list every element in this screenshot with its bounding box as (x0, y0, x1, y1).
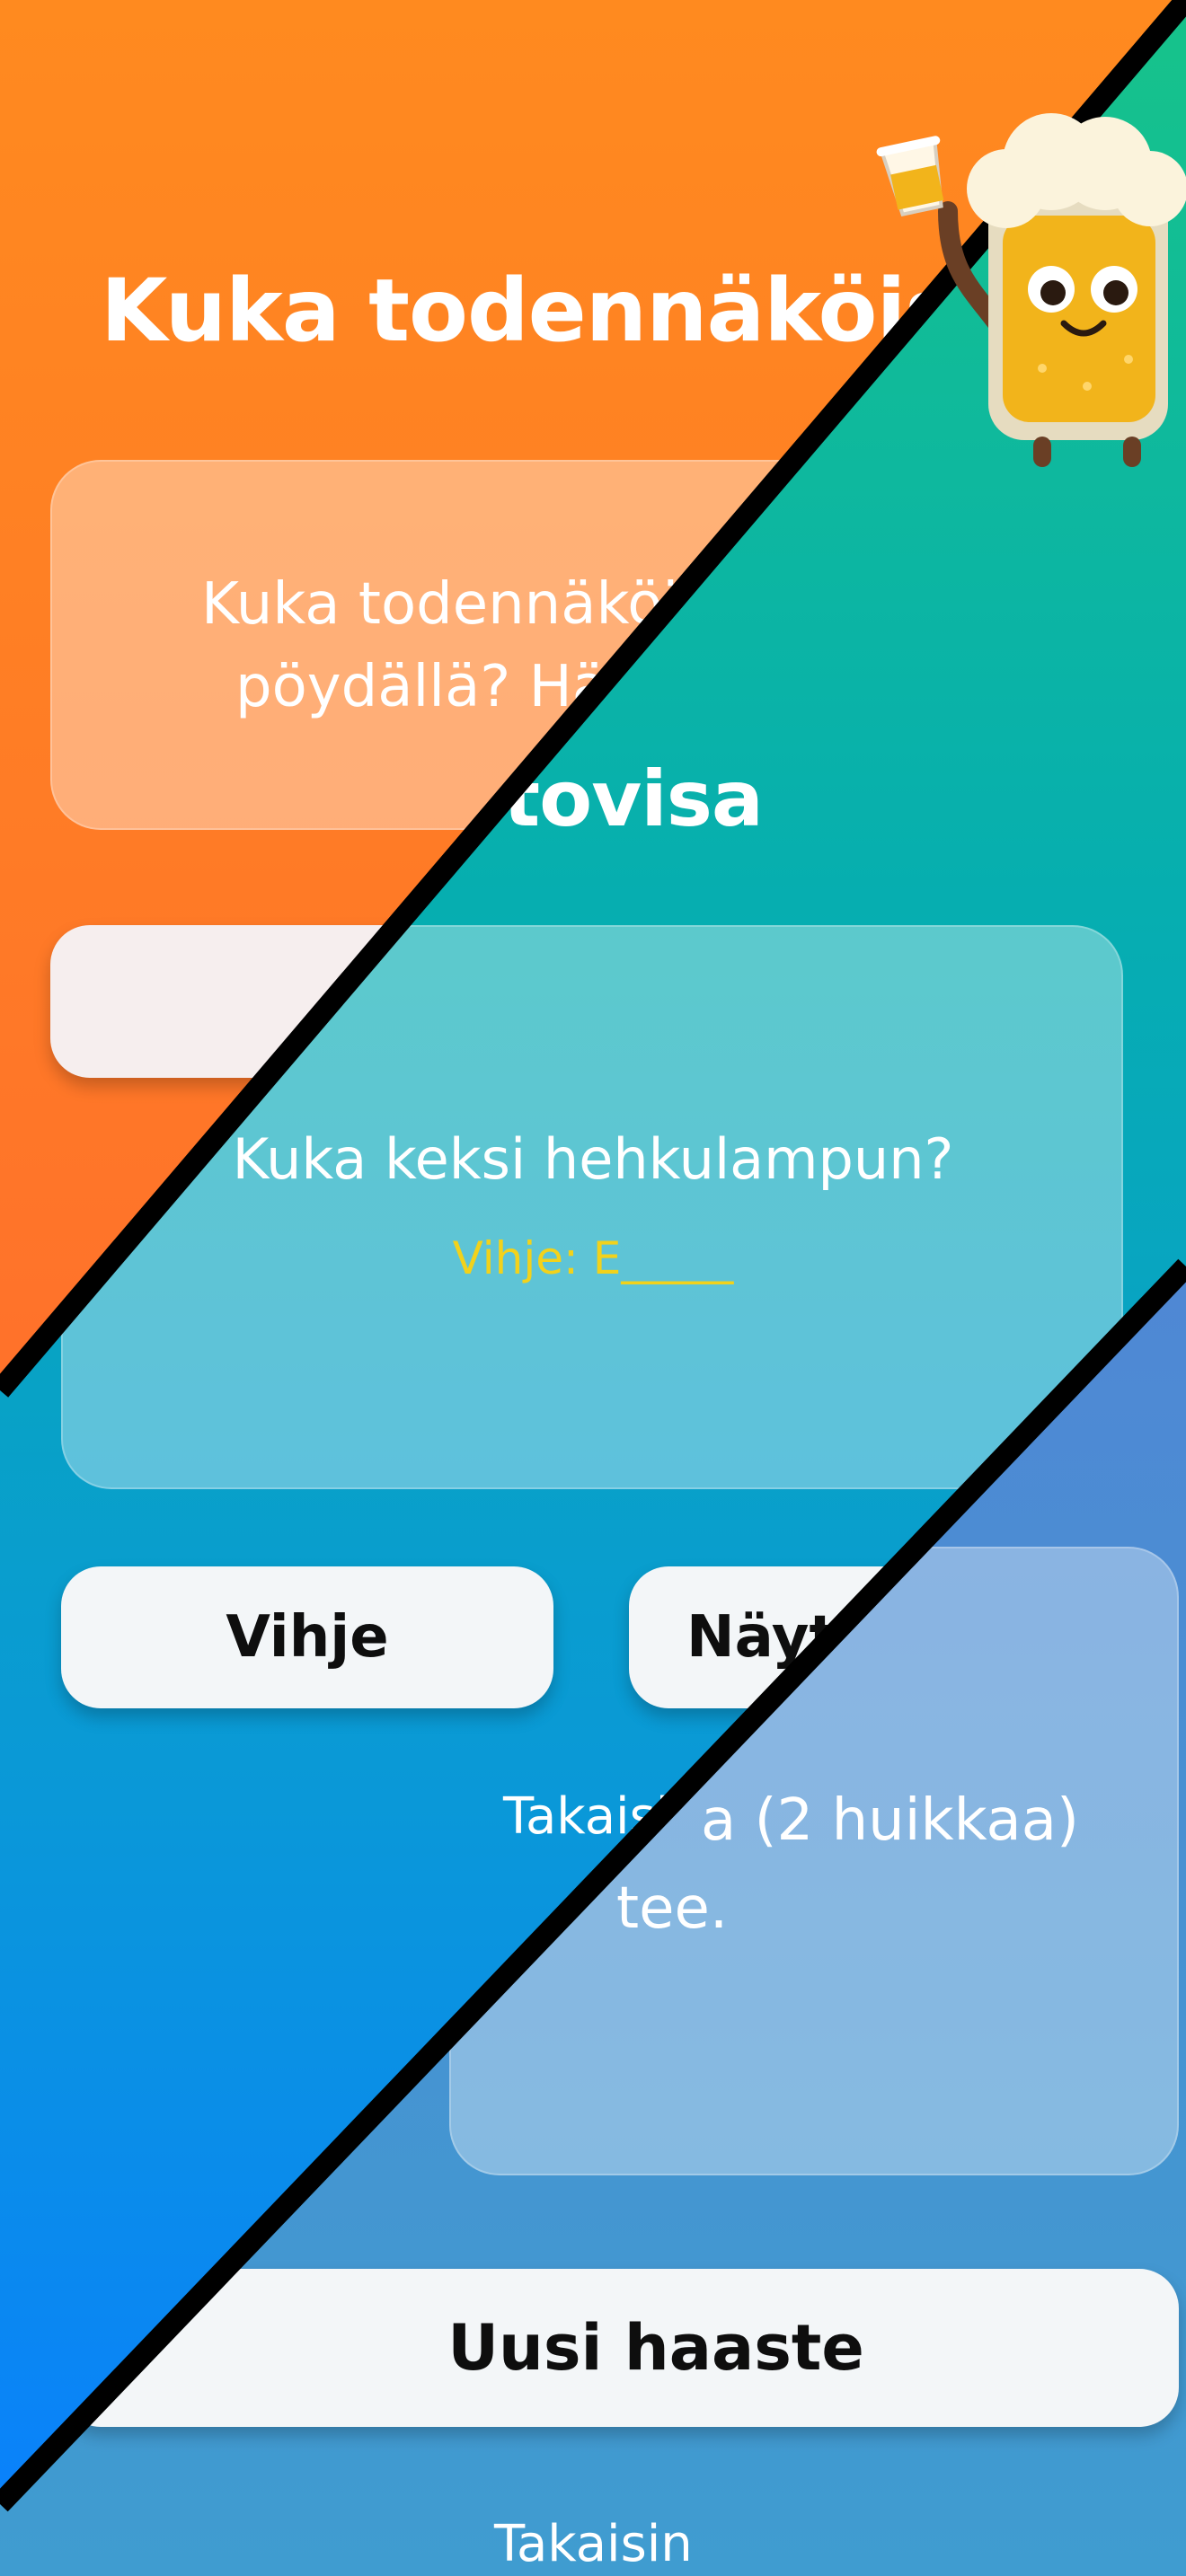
challenge-text-line1: a (2 huikkaa) (701, 1787, 1079, 1854)
new-challenge-button[interactable]: Uusi haaste (61, 2269, 1179, 2427)
beer-mascot-icon (876, 113, 1186, 467)
hint-text: Vihje: E_____ (452, 1232, 734, 1284)
question-text-line1: Kuka todennäköisi (201, 571, 725, 638)
back-link[interactable]: Takaisin (494, 2515, 693, 2573)
hint-button[interactable]: Vihje (61, 1566, 553, 1708)
challenge-text-line2: tee. (616, 1875, 729, 1942)
page-title-fragment: tovisa (503, 754, 764, 844)
